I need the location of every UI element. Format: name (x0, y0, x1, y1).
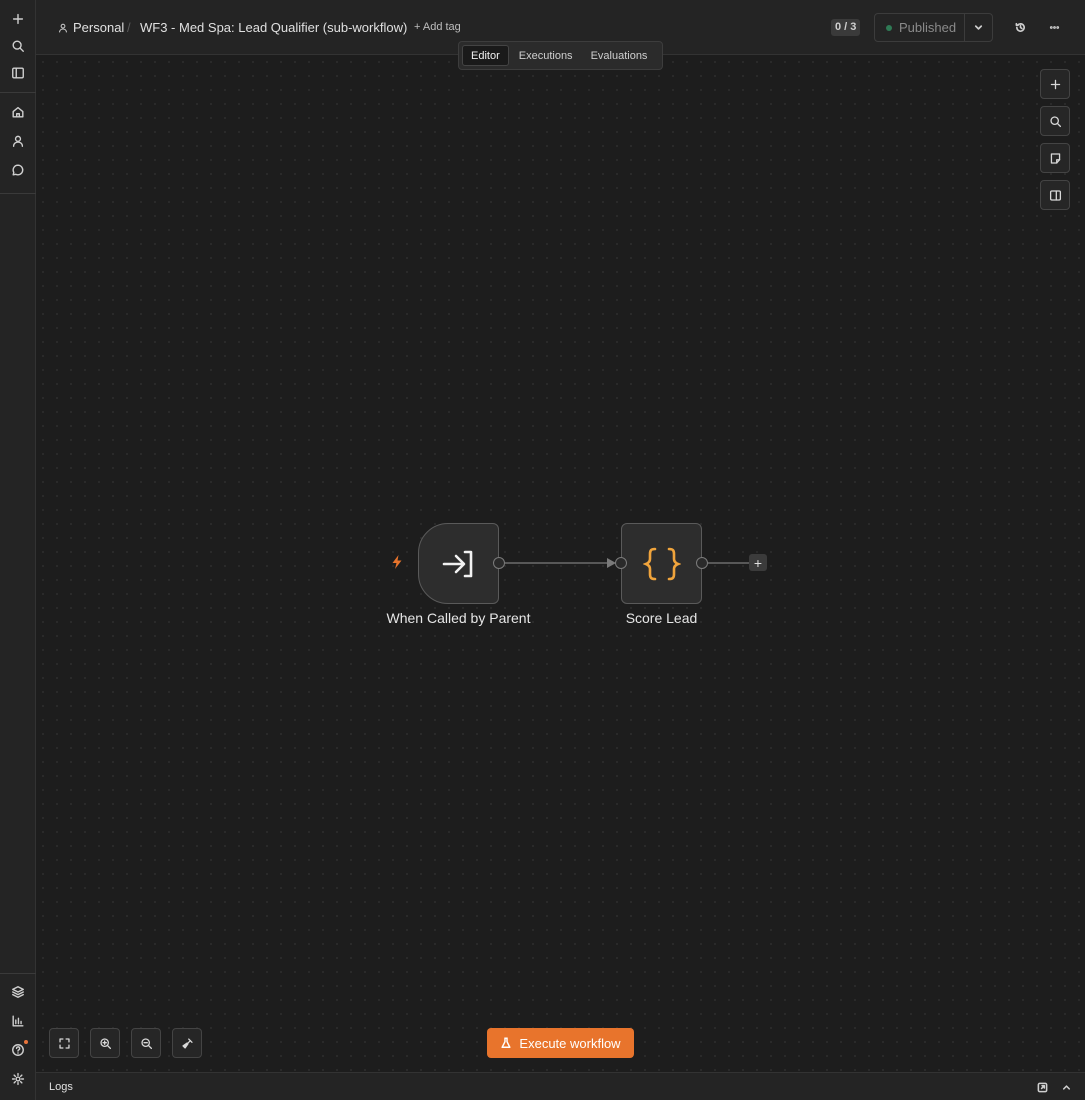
node-score-lead[interactable] (621, 523, 702, 604)
sidebar-toggle-icon[interactable] (9, 64, 27, 82)
add-tag-button[interactable]: + Add tag (414, 21, 461, 33)
project-name: Personal (73, 20, 125, 35)
publish-dropdown-button[interactable] (964, 14, 992, 41)
node-label-score-lead: Score Lead (625, 610, 698, 626)
more-options-icon[interactable] (1046, 19, 1062, 35)
execute-workflow-label: Execute workflow (519, 1035, 621, 1051)
breadcrumb-separator: / (127, 20, 131, 35)
connections-layer (505, 558, 749, 568)
output-handle[interactable] (493, 557, 505, 569)
status-dot-icon (886, 24, 892, 31)
broom-icon (181, 1037, 193, 1049)
tab-evaluations[interactable]: Evaluations (583, 45, 656, 66)
chevron-up-icon[interactable] (1059, 1080, 1073, 1094)
notification-dot (24, 1040, 28, 1044)
workflow-title[interactable]: WF3 - Med Spa: Lead Qualifier (sub-workf… (140, 20, 407, 35)
output-handle[interactable] (696, 557, 708, 569)
sign-in-arrow-icon (442, 550, 472, 577)
input-handle[interactable] (615, 557, 627, 569)
add-next-node-button[interactable]: + (749, 554, 767, 571)
view-tabs: Editor Executions Evaluations (458, 41, 663, 70)
plus-icon[interactable] (9, 10, 27, 28)
zoom-in-button[interactable] (90, 1028, 120, 1058)
flask-icon (501, 1037, 512, 1049)
zoom-in-icon (99, 1037, 111, 1049)
fullscreen-icon (58, 1037, 70, 1049)
publish-button[interactable]: Published (875, 14, 964, 41)
logs-label: Logs (49, 1081, 73, 1093)
chevron-down-icon (975, 25, 983, 30)
zoom-out-icon (140, 1037, 152, 1049)
fit-view-button[interactable] (49, 1028, 79, 1058)
node-when-called-by-parent[interactable] (418, 523, 499, 604)
rail-divider (0, 973, 36, 974)
zoom-out-button[interactable] (131, 1028, 161, 1058)
templates-icon[interactable] (9, 983, 27, 1001)
version-counter-badge: 0 / 3 (831, 19, 861, 36)
settings-gear-icon[interactable] (9, 1070, 27, 1088)
user-icon (59, 23, 67, 32)
insights-chart-icon[interactable] (9, 1012, 27, 1030)
tab-executions[interactable]: Executions (511, 45, 581, 66)
publish-status-label: Published (899, 20, 957, 35)
curly-braces-icon (642, 547, 681, 580)
workflow-canvas[interactable]: When Called by Parent Score Lead + Execu… (36, 55, 1085, 1072)
history-icon[interactable] (1012, 19, 1028, 35)
home-icon[interactable] (9, 103, 27, 121)
rail-divider (0, 92, 36, 93)
left-sidebar (0, 0, 36, 1100)
logs-panel-bar[interactable]: Logs (36, 1072, 1085, 1100)
tab-editor[interactable]: Editor (462, 45, 509, 66)
search-icon[interactable] (9, 37, 27, 55)
breadcrumb-personal[interactable]: Personal (58, 20, 124, 35)
trigger-bolt-icon (390, 554, 404, 575)
publish-control: Published (874, 13, 993, 42)
chat-icon[interactable] (9, 161, 27, 179)
rail-divider (0, 193, 36, 194)
tidy-up-button[interactable] (172, 1028, 202, 1058)
user-icon[interactable] (9, 132, 27, 150)
execute-workflow-button[interactable]: Execute workflow (487, 1028, 634, 1058)
node-label-trigger: When Called by Parent (386, 610, 531, 626)
pop-out-icon[interactable] (1035, 1080, 1049, 1094)
